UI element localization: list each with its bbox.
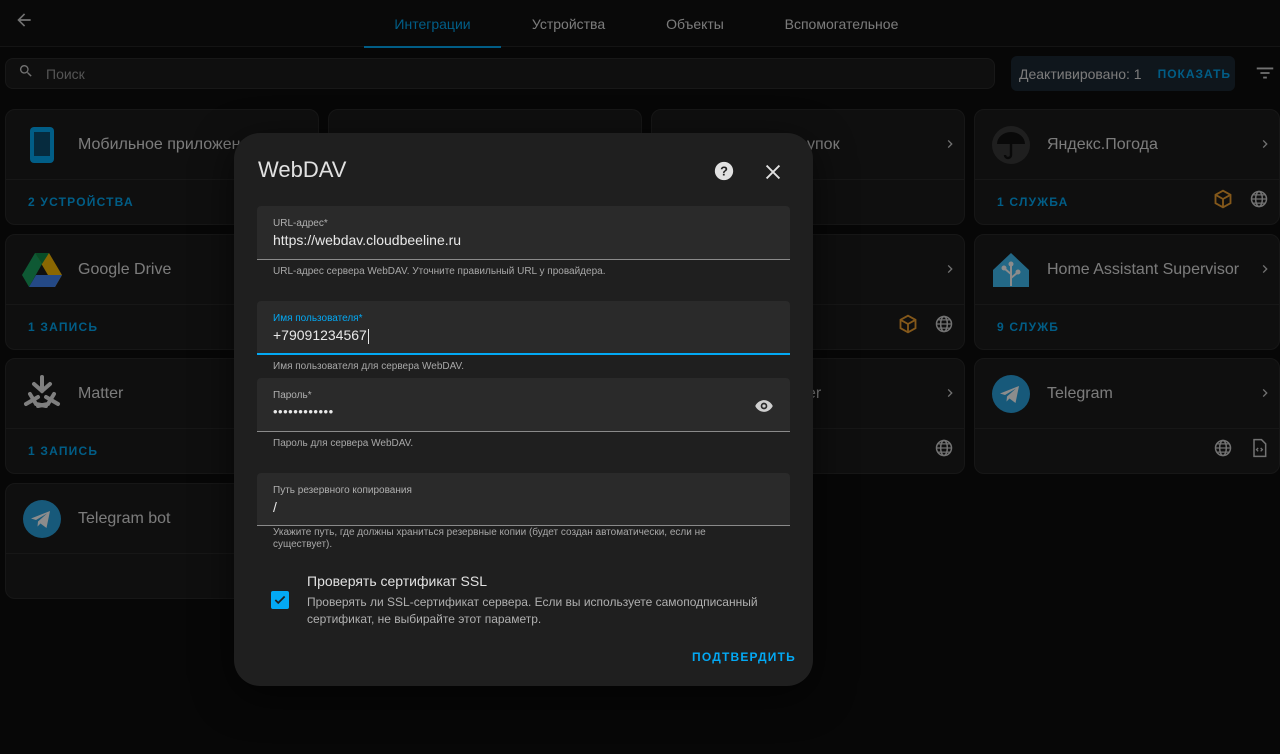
backup-path-field[interactable]: Путь резервного копирования / (257, 473, 790, 526)
password-field-label: Пароль* (273, 390, 312, 401)
username-field-value[interactable]: +79091234567 (273, 327, 369, 344)
dialog-title: WebDAV (258, 157, 347, 182)
backup-path-field-hint: Укажите путь, где должны храниться резер… (273, 527, 706, 550)
password-field-value[interactable]: •••••••••••• (273, 404, 334, 419)
backup-path-field-value[interactable]: / (273, 499, 277, 515)
url-field-label: URL-адрес* (273, 218, 328, 229)
webdav-dialog: WebDAV ? URL-адрес* https://webdav.cloud… (234, 133, 813, 686)
url-field-hint: URL-адрес сервера WebDAV. Уточните прави… (273, 266, 606, 277)
checkmark-icon (274, 595, 286, 605)
username-field-hint: Имя пользователя для сервера WebDAV. (273, 361, 465, 372)
backup-path-field-label: Путь резервного копирования (273, 485, 412, 496)
close-icon[interactable] (762, 161, 784, 183)
svg-text:?: ? (720, 164, 728, 179)
show-password-eye-icon[interactable] (754, 396, 774, 416)
url-field-value[interactable]: https://webdav.cloudbeeline.ru (273, 232, 461, 248)
submit-button[interactable]: ПОДТВЕРДИТЬ (692, 650, 796, 664)
url-field[interactable]: URL-адрес* https://webdav.cloudbeeline.r… (257, 206, 790, 260)
password-field-hint: Пароль для сервера WebDAV. (273, 438, 414, 449)
verify-ssl-checkbox[interactable] (271, 591, 289, 609)
verify-ssl-title: Проверять сертификат SSL (307, 573, 488, 589)
help-icon[interactable]: ? (713, 160, 735, 182)
verify-ssl-description: Проверять ли SSL-сертификат сервера. Есл… (307, 595, 758, 626)
username-field[interactable]: Имя пользователя* +79091234567 (257, 301, 790, 355)
password-field[interactable]: Пароль* •••••••••••• (257, 378, 790, 432)
username-field-label: Имя пользователя* (273, 313, 363, 324)
